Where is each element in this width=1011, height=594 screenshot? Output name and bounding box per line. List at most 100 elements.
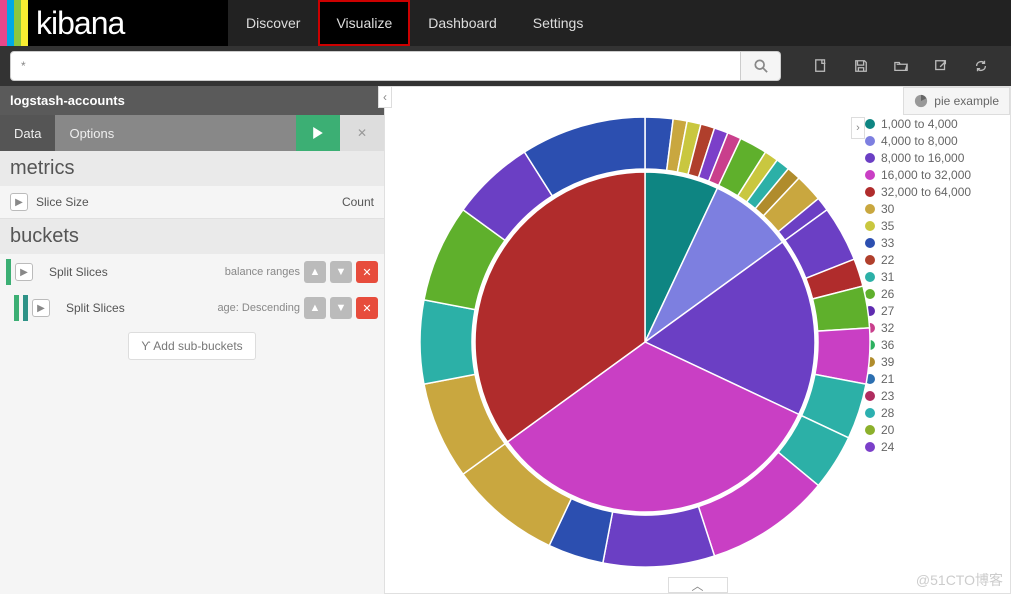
search-input[interactable] xyxy=(10,51,741,81)
legend-label: 36 xyxy=(881,338,894,352)
search-icon xyxy=(754,59,768,73)
move-up-button[interactable]: ▲ xyxy=(304,297,326,319)
legend-label: 33 xyxy=(881,236,894,250)
legend-label: 31 xyxy=(881,270,894,284)
pie-slice[interactable] xyxy=(420,300,475,384)
metric-value: Count xyxy=(342,195,374,209)
discard-button[interactable]: ✕ xyxy=(340,115,384,151)
legend-label: 22 xyxy=(881,253,894,267)
save-icon[interactable] xyxy=(841,51,881,81)
legend-item[interactable]: 32,000 to 64,000 xyxy=(865,185,1005,199)
legend-label: 32,000 to 64,000 xyxy=(881,185,971,199)
legend-item[interactable]: 16,000 to 32,000 xyxy=(865,168,1005,182)
search-button[interactable] xyxy=(741,51,781,81)
legend-label: 4,000 to 8,000 xyxy=(881,134,958,148)
collapse-legend-button[interactable]: › xyxy=(851,117,865,139)
expand-bucket-button[interactable]: ▶ xyxy=(32,299,50,317)
apply-button[interactable] xyxy=(296,115,340,151)
move-up-button[interactable]: ▲ xyxy=(304,261,326,283)
legend-item[interactable]: 21 xyxy=(865,372,1005,386)
legend-label: 21 xyxy=(881,372,894,386)
legend-label: 28 xyxy=(881,406,894,420)
remove-bucket-button[interactable]: ✕ xyxy=(356,261,378,283)
panel-body: metrics ▶ Slice Size Count buckets ▶ Spl… xyxy=(0,151,384,360)
bucket-row-2: ▶ Split Slices age: Descending ▲ ▼ ✕ xyxy=(0,290,384,326)
open-icon[interactable] xyxy=(881,51,921,81)
nav-settings[interactable]: Settings xyxy=(515,0,602,46)
legend-item[interactable]: 28 xyxy=(865,406,1005,420)
legend-label: 27 xyxy=(881,304,894,318)
nav-visualize[interactable]: Visualize xyxy=(318,0,410,46)
bucket-agg: balance ranges xyxy=(225,266,300,278)
priority-bar xyxy=(6,259,11,285)
metrics-header: metrics xyxy=(0,151,384,186)
visualization-area: pie example › 1,000 to 4,000 4,000 to 8,0… xyxy=(384,86,1011,594)
vis-title-text: pie example xyxy=(934,94,999,108)
toolbar xyxy=(801,51,1001,81)
legend-item[interactable]: 36 xyxy=(865,338,1005,352)
vis-title[interactable]: pie example xyxy=(903,87,1010,115)
close-icon: ✕ xyxy=(357,126,367,140)
sidebar-tabs: Data Options ✕ xyxy=(0,115,384,151)
bucket-label: Split Slices xyxy=(45,265,221,279)
bucket-label: Split Slices xyxy=(62,301,213,315)
legend-item[interactable]: 23 xyxy=(865,389,1005,403)
legend-item[interactable]: 4,000 to 8,000 xyxy=(865,134,1005,148)
metric-row: ▶ Slice Size Count xyxy=(0,186,384,219)
logo[interactable]: kibana xyxy=(0,0,228,46)
legend-item[interactable]: 32 xyxy=(865,321,1005,335)
search-box xyxy=(10,51,781,81)
legend-label: 39 xyxy=(881,355,894,369)
legend-item[interactable]: 8,000 to 16,000 xyxy=(865,151,1005,165)
collapse-spy-button[interactable]: ︿ xyxy=(668,577,728,593)
legend: 1,000 to 4,000 4,000 to 8,000 8,000 to 16,… xyxy=(865,117,1005,454)
legend-item[interactable]: 39 xyxy=(865,355,1005,369)
legend-label: 1,000 to 4,000 xyxy=(881,117,958,131)
legend-label: 35 xyxy=(881,219,894,233)
pie-slice[interactable] xyxy=(603,507,715,567)
nav-discover[interactable]: Discover xyxy=(228,0,318,46)
tab-options[interactable]: Options xyxy=(55,115,128,151)
move-down-button[interactable]: ▼ xyxy=(330,261,352,283)
searchbar xyxy=(0,46,1011,86)
collapse-sidebar-button[interactable]: ‹ xyxy=(378,86,392,108)
add-sub-buckets-button[interactable]: Ƴ Add sub-buckets xyxy=(128,332,255,360)
tab-data[interactable]: Data xyxy=(0,115,55,151)
bucket-agg: age: Descending xyxy=(217,302,300,314)
add-sub-label: Add sub-buckets xyxy=(153,339,242,353)
legend-item[interactable]: 30 xyxy=(865,202,1005,216)
expand-metric-button[interactable]: ▶ xyxy=(10,193,28,211)
legend-item[interactable]: 31 xyxy=(865,270,1005,284)
priority-bar xyxy=(14,295,19,321)
sidebar: logstash-accounts Data Options ✕ metrics… xyxy=(0,86,384,594)
legend-label: 8,000 to 16,000 xyxy=(881,151,964,165)
legend-item[interactable]: 22 xyxy=(865,253,1005,267)
legend-label: 26 xyxy=(881,287,894,301)
move-down-button[interactable]: ▼ xyxy=(330,297,352,319)
index-title: logstash-accounts xyxy=(0,86,384,115)
refresh-icon[interactable] xyxy=(961,51,1001,81)
remove-bucket-button[interactable]: ✕ xyxy=(356,297,378,319)
legend-item[interactable]: 1,000 to 4,000 xyxy=(865,117,1005,131)
legend-item[interactable]: 20 xyxy=(865,423,1005,437)
legend-item[interactable]: 27 xyxy=(865,304,1005,318)
legend-label: 32 xyxy=(881,321,894,335)
logo-stripes xyxy=(0,0,28,46)
logo-text: kibana xyxy=(28,5,124,42)
nav-dashboard[interactable]: Dashboard xyxy=(410,0,515,46)
body: logstash-accounts Data Options ✕ metrics… xyxy=(0,86,1011,594)
legend-label: 30 xyxy=(881,202,894,216)
buckets-header: buckets xyxy=(0,219,384,254)
pie-chart[interactable] xyxy=(415,112,875,572)
share-icon[interactable] xyxy=(921,51,961,81)
new-icon[interactable] xyxy=(801,51,841,81)
legend-label: 23 xyxy=(881,389,894,403)
legend-item[interactable]: 26 xyxy=(865,287,1005,301)
topbar: kibana Discover Visualize Dashboard Sett… xyxy=(0,0,1011,46)
legend-item[interactable]: 35 xyxy=(865,219,1005,233)
play-icon xyxy=(312,127,324,139)
expand-bucket-button[interactable]: ▶ xyxy=(15,263,33,281)
legend-item[interactable]: 33 xyxy=(865,236,1005,250)
legend-item[interactable]: 24 xyxy=(865,440,1005,454)
legend-label: 20 xyxy=(881,423,894,437)
